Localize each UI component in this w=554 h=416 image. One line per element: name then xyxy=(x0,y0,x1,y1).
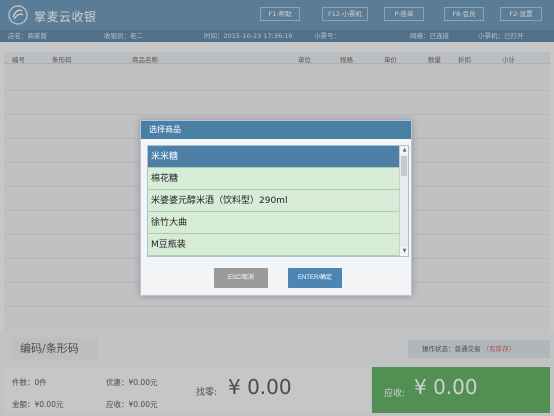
list-item[interactable]: 棉花糖 xyxy=(148,168,400,190)
dialog-title: 选择商品 xyxy=(141,121,411,139)
list-item[interactable]: 米婆婆元醇米酒（饮料型）290ml xyxy=(148,190,400,212)
scroll-up-icon[interactable]: ▲ xyxy=(400,146,408,155)
list-item[interactable]: 徐竹大曲 xyxy=(148,212,400,234)
select-product-dialog: 选择商品 米米糖 棉花糖 米婆婆元醇米酒（饮料型）290ml 徐竹大曲 M豆瓶装… xyxy=(140,120,412,296)
confirm-button[interactable]: ENTER/确定 xyxy=(288,268,342,288)
list-item[interactable]: M豆瓶装 xyxy=(148,234,400,256)
cancel-button[interactable]: ESC/取消 xyxy=(214,268,268,288)
scroll-thumb[interactable] xyxy=(401,156,407,176)
list-scrollbar[interactable]: ▲ ▼ xyxy=(399,146,408,256)
list-item[interactable]: 米米糖 xyxy=(148,146,400,168)
product-list[interactable]: 米米糖 棉花糖 米婆婆元醇米酒（饮料型）290ml 徐竹大曲 M豆瓶装 ▲ ▼ xyxy=(147,145,409,257)
scroll-down-icon[interactable]: ▼ xyxy=(400,247,408,256)
